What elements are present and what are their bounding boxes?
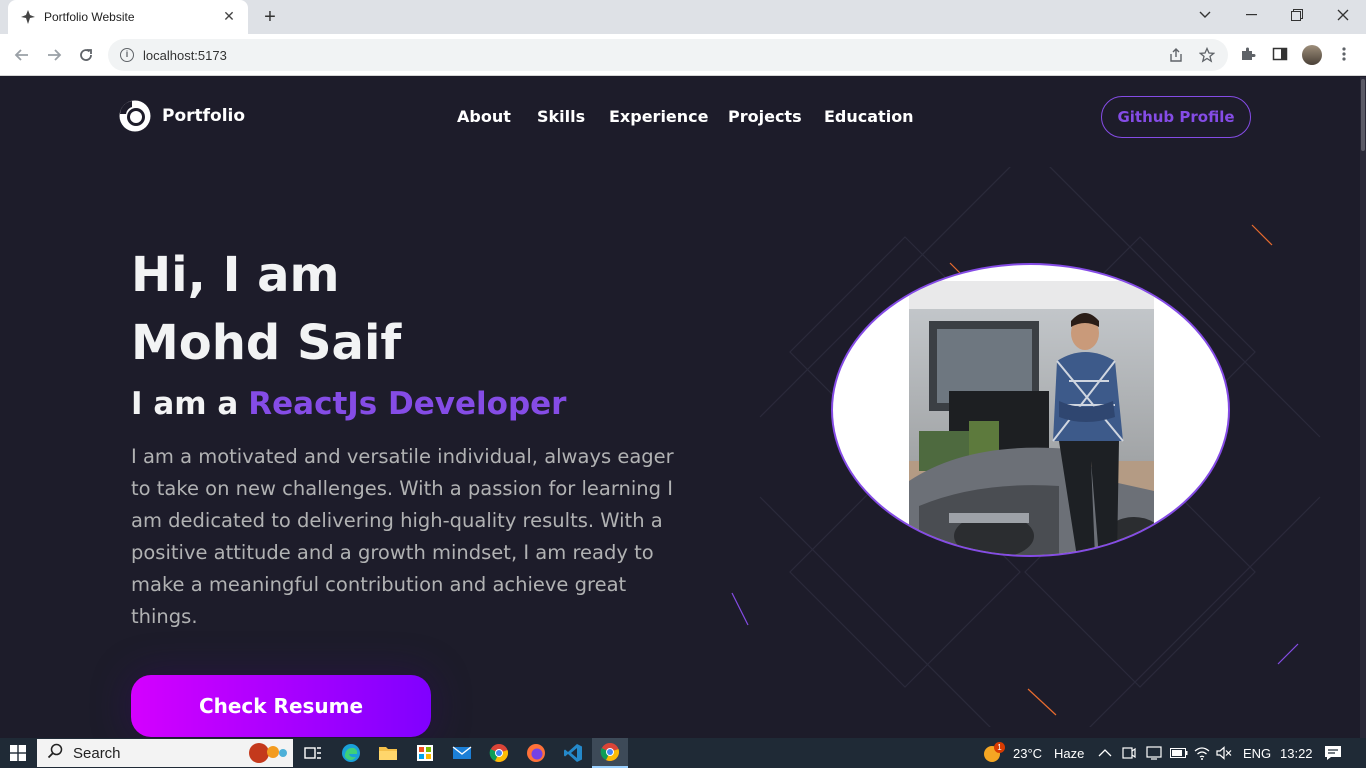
firefox-icon[interactable]	[524, 741, 548, 765]
mail-icon[interactable]	[450, 741, 474, 765]
chrome-icon[interactable]	[487, 741, 511, 765]
bookmark-star-icon[interactable]	[1198, 46, 1216, 65]
hero-heading: Hi, I am Mohd Saif	[131, 241, 401, 377]
battery-icon[interactable]	[1170, 738, 1188, 768]
profile-avatar[interactable]	[1302, 45, 1322, 65]
screen-capture-icon[interactable]	[1146, 738, 1162, 768]
extensions-puzzle-icon[interactable]	[1238, 46, 1258, 66]
windows-taskbar: Search 1 23°C Haze ENG 13:22	[0, 738, 1366, 768]
forward-arrow-icon[interactable]	[42, 43, 66, 67]
nav-link-projects[interactable]: Projects	[728, 107, 802, 126]
scrollbar-thumb[interactable]	[1361, 79, 1365, 151]
notification-center-icon[interactable]	[1324, 738, 1342, 768]
weather-description: Haze	[1054, 745, 1085, 761]
browser-tab-strip: Portfolio Website ✕ +	[0, 0, 1366, 34]
close-window-button[interactable]	[1320, 0, 1366, 30]
address-bar[interactable]: i localhost:5173	[108, 39, 1228, 71]
role-typewriter: ReactJs Developer	[248, 386, 567, 422]
volume-muted-icon[interactable]	[1216, 738, 1232, 768]
edge-browser-icon[interactable]	[339, 741, 363, 765]
windows-start-icon[interactable]	[10, 745, 26, 761]
tab-title: Portfolio Website	[44, 10, 135, 24]
role-prefix: I am a	[131, 386, 239, 422]
logo-icon	[118, 99, 152, 133]
minimize-button[interactable]	[1228, 0, 1274, 30]
search-label: Search	[73, 744, 121, 762]
new-tab-button[interactable]: +	[258, 6, 282, 28]
meet-now-icon[interactable]	[1122, 738, 1136, 768]
share-icon[interactable]	[1167, 47, 1185, 65]
tab-close-icon[interactable]: ✕	[220, 9, 238, 25]
chrome-active-icon[interactable]	[592, 738, 628, 768]
page-scrollbar[interactable]	[1360, 77, 1366, 738]
wifi-icon[interactable]	[1194, 738, 1210, 768]
logo-text: Portfolio	[162, 106, 246, 126]
github-profile-button[interactable]: Github Profile	[1101, 96, 1251, 138]
taskbar-search-box[interactable]: Search	[37, 739, 293, 767]
profile-photo-frame	[831, 263, 1230, 557]
hero-role-line: I am a ReactJs Developer	[131, 386, 566, 422]
reload-icon[interactable]	[74, 43, 98, 67]
restore-button[interactable]	[1274, 0, 1320, 30]
task-view-icon[interactable]	[301, 741, 325, 765]
nav-link-about[interactable]: About	[457, 107, 511, 126]
address-url: localhost:5173	[143, 47, 227, 63]
weather-sun-icon: 1	[982, 742, 1005, 764]
site-info-icon[interactable]: i	[120, 48, 134, 62]
hero-description: I am a motivated and versatile individua…	[131, 445, 674, 628]
input-language[interactable]: ENG	[1243, 738, 1271, 768]
show-hidden-icons-chevron-icon[interactable]	[1098, 738, 1112, 768]
hero-name: Mohd Saif	[131, 315, 402, 371]
nav-link-skills[interactable]: Skills	[537, 107, 585, 126]
vscode-icon[interactable]	[561, 741, 585, 765]
browser-tab[interactable]: Portfolio Website ✕	[8, 0, 248, 34]
nav-link-education[interactable]: Education	[824, 107, 914, 126]
back-arrow-icon[interactable]	[10, 43, 34, 67]
tab-search-chevron-icon[interactable]	[1182, 0, 1228, 30]
hero-greeting: Hi, I am	[131, 247, 340, 303]
profile-photo	[909, 281, 1154, 555]
search-icon	[47, 743, 63, 763]
browser-toolbar: i localhost:5173	[0, 34, 1366, 76]
portfolio-page: Portfolio About Skills Experience Projec…	[0, 77, 1366, 738]
weather-widget[interactable]: 1 23°C Haze	[982, 738, 1084, 768]
nav-link-experience[interactable]: Experience	[609, 107, 709, 126]
check-resume-button[interactable]: Check Resume	[131, 675, 431, 737]
site-favicon-icon	[20, 9, 36, 25]
weather-temperature: 23°C	[1013, 745, 1043, 761]
microsoft-store-icon[interactable]	[413, 741, 437, 765]
search-highlight-image	[249, 743, 287, 763]
side-panel-icon[interactable]	[1270, 46, 1290, 66]
file-explorer-icon[interactable]	[376, 741, 400, 765]
system-clock[interactable]: 13:22	[1280, 738, 1313, 768]
browser-menu-icon[interactable]	[1334, 46, 1354, 66]
site-logo[interactable]: Portfolio	[118, 99, 245, 133]
weather-badge: 1	[994, 742, 1005, 753]
